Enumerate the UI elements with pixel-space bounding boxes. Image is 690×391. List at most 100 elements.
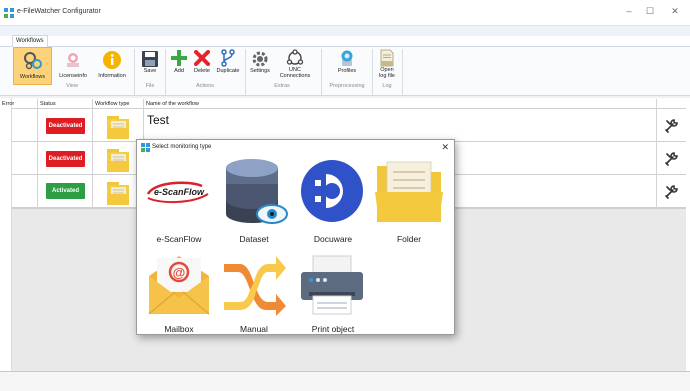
tile-docuware-label: Docuware <box>313 234 353 244</box>
column-divider <box>656 99 657 208</box>
tile-escanflow[interactable]: e-ScanFlow e-ScanFlow <box>141 156 217 256</box>
group-file-label: File <box>145 83 155 89</box>
licenseinfo-button[interactable]: Licenseinfo <box>54 47 92 85</box>
licenseinfo-label: Licenseinfo <box>59 73 87 79</box>
tile-folder-label: Folder <box>396 234 422 244</box>
delete-x-icon <box>194 50 210 66</box>
tile-manual[interactable]: Manual <box>216 252 292 352</box>
title-bar: e-FileWatcher Configurator – ☐ ✕ <box>0 0 690 26</box>
close-button[interactable]: ✕ <box>668 6 682 17</box>
tile-manual-label: Manual <box>240 324 268 334</box>
column-divider <box>37 99 38 208</box>
folder-icon <box>107 116 129 139</box>
folder-icon <box>107 149 129 172</box>
escanflow-logo: e-ScanFlow <box>146 181 209 204</box>
gear-icon <box>252 51 268 67</box>
plus-icon <box>171 50 187 66</box>
column-header-name[interactable]: Name of the workflow <box>146 101 199 107</box>
group-log-label: Log <box>382 83 392 89</box>
ribbon-tab-strip <box>0 26 690 36</box>
group-separator <box>165 49 166 95</box>
group-preprocessing-label: Preprocessing <box>329 83 365 89</box>
duplicate-button[interactable]: Duplicate <box>214 47 242 85</box>
workflow-gears-icon <box>23 52 42 70</box>
delete-label: Delete <box>194 68 210 74</box>
network-icon <box>286 49 304 65</box>
left-margin <box>0 98 12 371</box>
duplicate-branch-icon <box>221 49 235 67</box>
group-separator <box>321 49 322 95</box>
dialog-app-icon <box>141 143 150 152</box>
svg-text:@: @ <box>173 265 186 280</box>
tile-mailbox[interactable]: @ Mailbox <box>141 252 217 352</box>
database-icon <box>226 159 288 224</box>
wrench-icon[interactable] <box>664 150 680 166</box>
duplicate-label: Duplicate <box>216 68 240 74</box>
printer-icon <box>301 255 363 315</box>
workflows-button[interactable]: Workflows <box>13 47 52 85</box>
profiles-button[interactable]: Profiles <box>325 47 369 85</box>
license-icon <box>67 53 79 67</box>
tile-docuware[interactable]: Docuware <box>295 156 371 256</box>
settings-button[interactable]: Settings <box>248 47 272 85</box>
log-file-icon <box>380 49 394 67</box>
docuware-icon <box>301 160 363 222</box>
ribbon: Workflows Licenseinfo Information View S… <box>0 46 690 96</box>
add-label: Add <box>174 68 184 74</box>
status-badge[interactable]: Activated <box>46 183 85 199</box>
tab-workflows[interactable]: Workflows <box>12 35 48 47</box>
dialog-title: Select monitoring type <box>152 144 212 150</box>
save-button[interactable]: Save <box>138 47 162 85</box>
information-button[interactable]: Information <box>93 47 131 85</box>
column-header-status[interactable]: Status <box>40 101 56 107</box>
save-label: Save <box>143 68 157 74</box>
tile-folder[interactable]: Folder <box>371 156 447 256</box>
group-extras-label: Extras <box>274 83 290 89</box>
window-title: e-FileWatcher Configurator <box>17 8 101 15</box>
profiles-label: Profiles <box>337 68 357 74</box>
dialog-close-button[interactable]: ✕ <box>441 142 449 153</box>
tile-dataset[interactable]: Dataset <box>216 156 292 256</box>
group-actions-label: Actions <box>195 83 215 89</box>
mailbox-icon: @ <box>148 256 210 315</box>
tile-print-object-label: Print object <box>311 324 355 334</box>
delete-button[interactable]: Delete <box>190 47 214 85</box>
info-icon <box>103 51 121 69</box>
status-badge[interactable]: Deactivated <box>46 118 85 134</box>
save-icon <box>142 51 158 67</box>
unc-connections-button[interactable]: UNC Connections <box>274 47 316 85</box>
grid-header: Error Status Workflow type Name of the w… <box>2 99 686 109</box>
group-separator <box>245 49 246 95</box>
column-header-workflow-type[interactable]: Workflow type <box>95 101 129 107</box>
wrench-icon[interactable] <box>664 183 680 199</box>
workflows-label: Workflows <box>19 74 46 80</box>
add-button[interactable]: Add <box>168 47 190 85</box>
status-badge[interactable]: Deactivated <box>46 151 85 167</box>
unc-label-line2: Connections <box>279 73 311 79</box>
escanflow-logo-text: e-ScanFlow <box>154 187 205 197</box>
group-separator <box>402 49 403 95</box>
minimize-button[interactable]: – <box>622 6 636 16</box>
settings-label: Settings <box>250 68 270 74</box>
ribbon-bottom-strip <box>0 96 690 98</box>
tile-dataset-label: Dataset <box>239 234 269 244</box>
group-view-label: View <box>66 83 78 89</box>
tile-print-object[interactable]: Print object <box>295 252 371 352</box>
wrench-icon[interactable] <box>664 117 680 133</box>
profiles-icon <box>341 50 353 66</box>
workflow-name[interactable]: Test <box>147 113 169 127</box>
folder-icon <box>375 161 443 222</box>
group-separator <box>372 49 373 95</box>
open-log-button[interactable]: Open log file <box>374 47 400 85</box>
open-log-label-line2: log file <box>379 73 395 79</box>
group-separator <box>134 49 135 95</box>
table-row[interactable]: Deactivated Test <box>12 110 686 142</box>
app-icon <box>4 8 14 18</box>
tile-escanflow-label: e-ScanFlow <box>156 234 202 244</box>
tile-mailbox-label: Mailbox <box>164 324 194 334</box>
information-label: Information <box>98 73 126 79</box>
manual-arrows-icon <box>224 256 286 316</box>
status-bar <box>0 371 690 391</box>
column-header-error[interactable]: Error <box>2 101 14 107</box>
maximize-button[interactable]: ☐ <box>643 6 657 17</box>
